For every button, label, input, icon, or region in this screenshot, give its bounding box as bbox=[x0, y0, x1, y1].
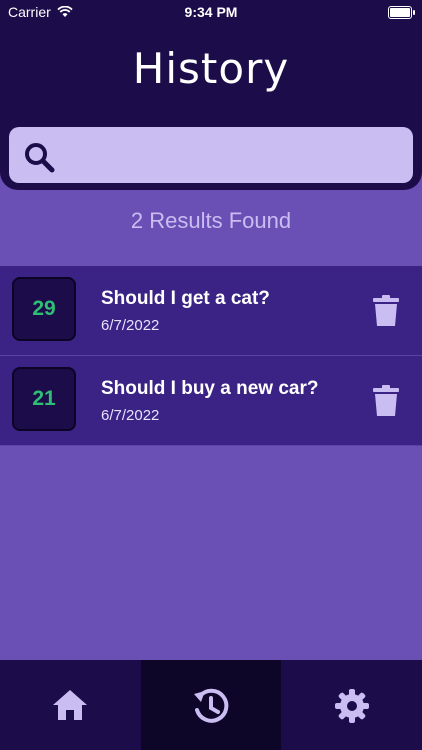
score-badge: 21 bbox=[12, 367, 76, 431]
battery-icon bbox=[388, 6, 415, 19]
status-bar: Carrier 9:34 PM bbox=[0, 0, 422, 24]
home-icon bbox=[53, 690, 88, 720]
search-bar[interactable] bbox=[9, 127, 413, 183]
trash-icon[interactable] bbox=[372, 295, 400, 327]
history-question: Should I buy a new car? bbox=[101, 378, 319, 399]
header: History bbox=[0, 24, 422, 190]
history-list: 29 Should I get a cat? 6/7/2022 21 Shoul… bbox=[0, 266, 422, 446]
tab-history[interactable] bbox=[140, 660, 282, 750]
gear-icon bbox=[334, 689, 369, 723]
history-item[interactable]: 29 Should I get a cat? 6/7/2022 bbox=[0, 266, 422, 356]
status-time: 9:34 PM bbox=[184, 4, 238, 20]
score-badge: 29 bbox=[12, 277, 76, 341]
history-question: Should I get a cat? bbox=[101, 288, 270, 309]
trash-icon[interactable] bbox=[372, 385, 400, 417]
tab-bar bbox=[0, 660, 422, 750]
results-count: 2 Results Found bbox=[130, 208, 292, 233]
history-date: 6/7/2022 bbox=[101, 407, 160, 424]
tab-home[interactable] bbox=[0, 660, 141, 750]
history-icon bbox=[194, 688, 229, 723]
search-icon bbox=[25, 143, 55, 173]
search-input[interactable] bbox=[65, 137, 399, 175]
history-date: 6/7/2022 bbox=[101, 317, 160, 334]
history-item[interactable]: 21 Should I buy a new car? 6/7/2022 bbox=[0, 356, 422, 446]
tab-settings[interactable] bbox=[281, 660, 422, 750]
page-title: History bbox=[132, 44, 290, 93]
